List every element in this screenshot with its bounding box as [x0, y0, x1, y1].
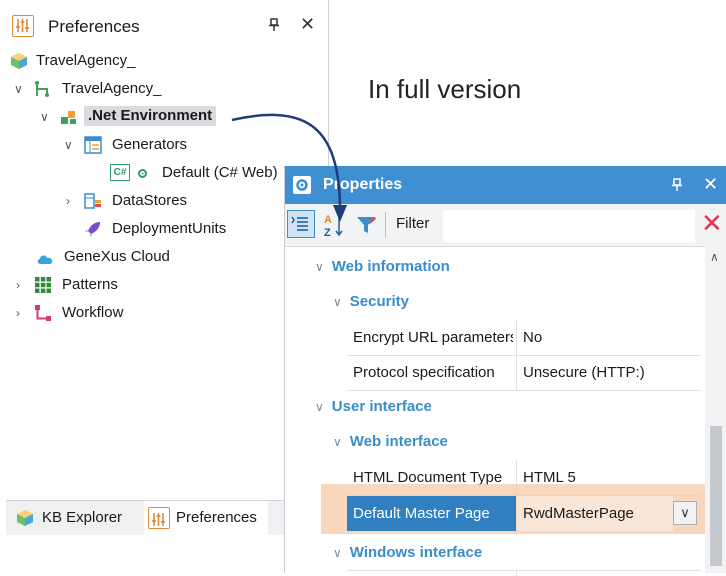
annotation-arrow: [231, 113, 347, 222]
